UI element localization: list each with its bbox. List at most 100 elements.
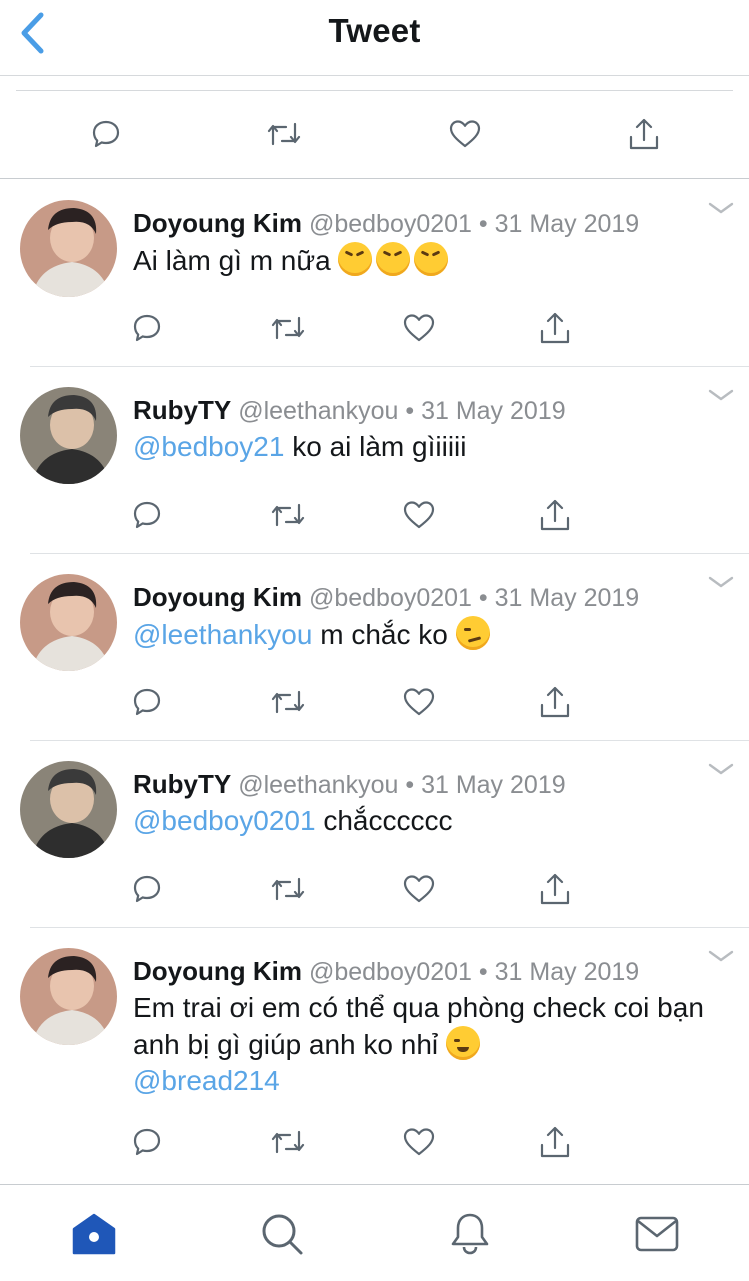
share-button[interactable] [622, 112, 666, 156]
tweet-body: m chắc ko [320, 619, 448, 650]
retweet-icon [267, 122, 301, 146]
reply-icon [92, 120, 120, 148]
retweet-icon [271, 316, 305, 340]
mention-link[interactable]: @bedboy21 [133, 431, 284, 462]
like-button[interactable] [397, 493, 441, 537]
tweet-action-bar [0, 680, 749, 724]
author-name[interactable]: Doyoung Kim [133, 582, 302, 612]
reply-button[interactable] [125, 306, 169, 350]
retweet-button[interactable] [266, 867, 310, 911]
retweet-button[interactable] [266, 306, 310, 350]
like-icon [403, 1128, 435, 1156]
rolling-on-floor-laughing-emoji [414, 242, 449, 276]
tweet-meta: RubyTY @leethankyou • 31 May 2019 [133, 769, 566, 800]
retweet-button[interactable] [266, 493, 310, 537]
rolling-on-floor-laughing-emoji [376, 242, 411, 276]
author-name[interactable]: RubyTY [133, 769, 231, 799]
author-handle: @bedboy0201 [308, 958, 472, 986]
share-icon [540, 1126, 570, 1158]
like-button[interactable] [443, 112, 487, 156]
tweet-meta: Doyoung Kim @bedboy0201 • 31 May 2019 [133, 582, 639, 613]
like-button[interactable] [397, 306, 441, 350]
tweet-date: 31 May 2019 [494, 584, 640, 612]
retweet-button[interactable] [266, 680, 310, 724]
author-name[interactable]: Doyoung Kim [133, 208, 302, 238]
rolling-on-floor-laughing-emoji [338, 242, 373, 276]
tweet-body: Em trai ơi em có thể qua phòng check coi… [133, 992, 704, 1060]
reply-button[interactable] [125, 1120, 169, 1164]
reply-icon [133, 501, 161, 529]
notifications-icon [451, 1213, 489, 1255]
author-handle: @leethankyou [238, 397, 399, 425]
share-icon [540, 873, 570, 905]
messages-icon [635, 1216, 679, 1252]
author-handle: @bedboy0201 [308, 210, 472, 238]
tweet-text: @leethankyou m chắc ko [133, 616, 723, 653]
meta-separator: • [478, 210, 488, 238]
avatar[interactable] [20, 200, 117, 297]
meta-separator: • [405, 397, 415, 425]
avatar[interactable] [20, 387, 117, 484]
share-button[interactable] [533, 493, 577, 537]
reply-button[interactable] [125, 680, 169, 724]
main-tweet-action-bar [0, 90, 749, 178]
retweet-icon [271, 690, 305, 714]
tweet-action-bar [0, 1120, 749, 1164]
chevron-down-icon[interactable] [707, 948, 735, 964]
retweet-icon [271, 1130, 305, 1154]
like-button[interactable] [397, 867, 441, 911]
reply-icon [133, 875, 161, 903]
retweet-button[interactable] [266, 1120, 310, 1164]
share-button[interactable] [533, 306, 577, 350]
reply-icon [133, 1128, 161, 1156]
reply-tweet[interactable]: Doyoung Kim @bedboy0201 • 31 May 2019 Em … [0, 928, 749, 1184]
meta-separator: • [478, 958, 488, 986]
mention-link[interactable]: @bread214 [133, 1065, 280, 1096]
home-icon [72, 1213, 116, 1255]
avatar[interactable] [20, 574, 117, 671]
tab-messages[interactable] [632, 1209, 682, 1259]
meta-separator: • [405, 771, 415, 799]
mention-link[interactable]: @bedboy0201 [133, 805, 316, 836]
share-button[interactable] [533, 867, 577, 911]
reply-tweet[interactable]: Doyoung Kim @bedboy0201 • 31 May 2019 Ai … [0, 180, 749, 367]
reply-tweet[interactable]: RubyTY @leethankyou • 31 May 2019 @bedboy… [0, 741, 749, 928]
chevron-down-icon[interactable] [707, 200, 735, 216]
author-handle: @bedboy0201 [308, 584, 472, 612]
tab-notifications[interactable] [445, 1209, 495, 1259]
retweet-button[interactable] [262, 112, 306, 156]
like-icon [403, 688, 435, 716]
like-button[interactable] [397, 680, 441, 724]
tweet-text: @bedboy21 ko ai làm gìiiiii [133, 429, 723, 465]
tweet-action-bar [0, 493, 749, 537]
tweet-text: @bedboy0201 chắcccccc [133, 803, 723, 839]
avatar[interactable] [20, 761, 117, 858]
chevron-down-icon[interactable] [707, 574, 735, 590]
reply-button[interactable] [125, 493, 169, 537]
author-name[interactable]: Doyoung Kim [133, 956, 302, 986]
reply-tweet[interactable]: Doyoung Kim @bedboy0201 • 31 May 2019 @le… [0, 554, 749, 741]
avatar[interactable] [20, 948, 117, 1045]
tweet-action-bar [0, 867, 749, 911]
chevron-down-icon[interactable] [707, 387, 735, 403]
tab-search[interactable] [257, 1209, 307, 1259]
reply-tweet[interactable]: RubyTY @leethankyou • 31 May 2019 @bedboy… [0, 367, 749, 554]
smiling-face-emoji [445, 1026, 480, 1060]
like-button[interactable] [397, 1120, 441, 1164]
author-handle: @leethankyou [238, 771, 399, 799]
tweet-meta: RubyTY @leethankyou • 31 May 2019 [133, 395, 566, 426]
section-divider [0, 178, 749, 179]
page-title: Tweet [328, 12, 421, 49]
reply-button[interactable] [125, 867, 169, 911]
chevron-down-icon[interactable] [707, 761, 735, 777]
reply-button[interactable] [84, 112, 128, 156]
author-name[interactable]: RubyTY [133, 395, 231, 425]
mention-link[interactable]: @leethankyou [133, 619, 312, 650]
like-icon [403, 501, 435, 529]
share-button[interactable] [533, 1120, 577, 1164]
tweet-body: ko ai làm gìiiiii [292, 431, 467, 462]
share-button[interactable] [533, 680, 577, 724]
tab-home[interactable] [69, 1209, 119, 1259]
tweet-date: 31 May 2019 [494, 210, 640, 238]
tweet-date: 31 May 2019 [494, 958, 640, 986]
